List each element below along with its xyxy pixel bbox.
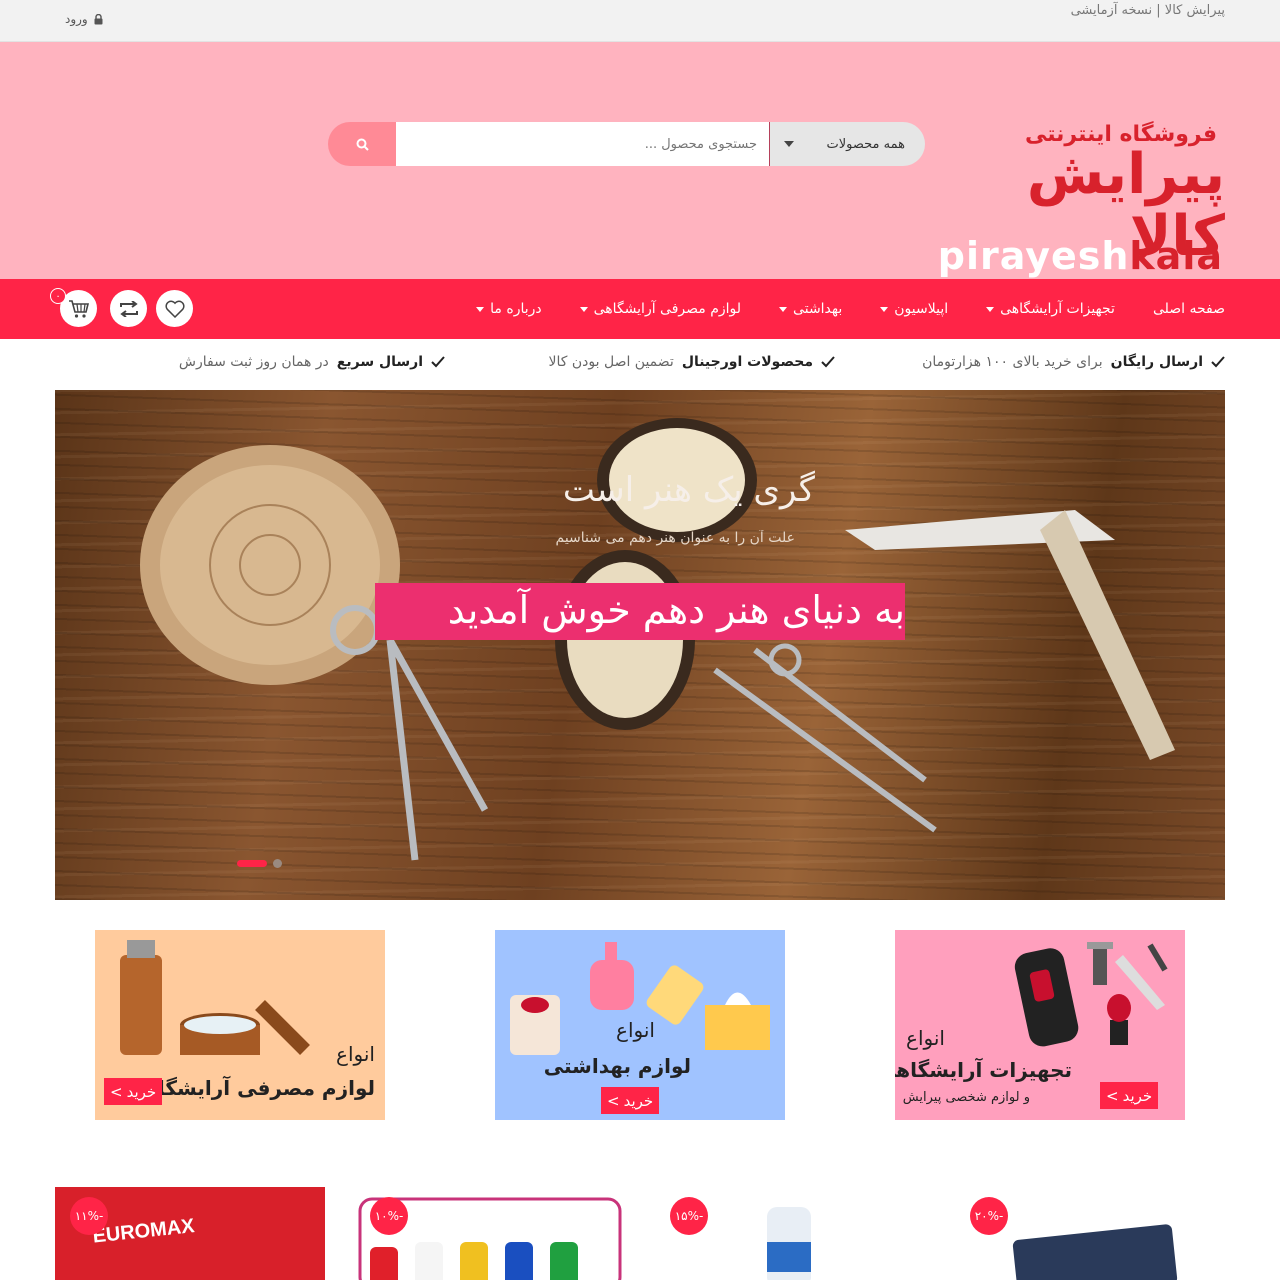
slider-dot[interactable] xyxy=(273,859,282,868)
banner-salon-equipment[interactable]: انواع تجهیزات آرایشگاهی و لوازم شخصی پیر… xyxy=(895,930,1185,1120)
feature-text: برای خرید بالای ۱۰۰ هزارتومان xyxy=(922,354,1103,370)
nav-item-epilation[interactable]: اپیلاسیون xyxy=(842,301,948,317)
category-select-value: همه محصولات xyxy=(826,136,905,152)
caret-down-icon xyxy=(476,306,485,312)
search-icon xyxy=(356,138,369,151)
checkmark-icon xyxy=(821,356,835,368)
nav-item-label: لوازم مصرفی آرایشگاهی xyxy=(593,301,742,317)
arrow-icon: > xyxy=(1106,1086,1119,1105)
feature-title: محصولات اورجینال xyxy=(681,354,813,370)
barber-tools-illustration xyxy=(140,418,1175,861)
cart-count-badge: ۰ xyxy=(50,288,66,304)
slide-headline: به دنیای هنر دهم خوش آمدید xyxy=(447,588,905,632)
discount-badge: -۲۰% xyxy=(970,1197,1008,1235)
slide-subtitle: علت آن را به عنوان هنر دهم می شناسیم xyxy=(555,530,795,546)
product-card[interactable]: -۱۵% xyxy=(655,1187,925,1280)
banner-title: تجهیزات آرایشگاهی xyxy=(895,1058,1072,1082)
caret-down-icon xyxy=(880,306,889,312)
slider-dot-active[interactable] xyxy=(237,860,267,867)
checkmark-icon xyxy=(431,356,445,368)
login-label: ورود xyxy=(65,12,88,26)
buy-button[interactable]: خرید > xyxy=(104,1078,163,1105)
discount-badge: -۱۱% xyxy=(70,1197,108,1235)
caret-down-icon xyxy=(986,306,995,312)
site-logo[interactable]: فروشگاه اینترنتی پیرایش کالا pirayeshkal… xyxy=(938,122,1225,292)
feature-text: در همان روز ثبت سفارش xyxy=(178,354,329,370)
search-input[interactable] xyxy=(396,122,769,166)
arrow-icon: > xyxy=(110,1082,123,1101)
product-card[interactable]: -۱۰% xyxy=(355,1187,625,1280)
feature-fast-shipping: ارسال سریع در همان روز ثبت سفارش xyxy=(179,354,445,370)
search-button[interactable] xyxy=(328,122,396,166)
nav-item-salon-equipment[interactable]: تجهیزات آرایشگاهی xyxy=(948,301,1115,317)
search-bar: همه محصولات xyxy=(328,122,925,166)
site-note: پیرایش کالا | نسخه آزمایشی xyxy=(1070,3,1225,18)
nav-item-label: صفحه اصلی xyxy=(1152,301,1225,317)
buy-label: خرید xyxy=(126,1082,157,1101)
product-card[interactable]: -۲۰% xyxy=(955,1187,1225,1280)
chevron-down-icon xyxy=(784,141,794,147)
compare-button[interactable] xyxy=(110,290,147,327)
login-link[interactable]: ورود xyxy=(65,12,103,26)
feature-text: تضمین اصل بودن کالا xyxy=(548,354,674,370)
feature-title: ارسال رایگان xyxy=(1110,354,1203,370)
arrow-icon: > xyxy=(607,1091,620,1110)
caret-down-icon xyxy=(779,306,788,312)
nav-item-label: اپیلاسیون xyxy=(894,301,949,317)
discount-badge: -۱۵% xyxy=(670,1197,708,1235)
nav-item-home[interactable]: صفحه اصلی xyxy=(1115,301,1225,317)
logo-latin-b: kala xyxy=(1129,234,1223,278)
compare-arrows-icon xyxy=(119,300,138,317)
logo-latin-a: pirayesh xyxy=(937,234,1130,278)
banner-hygiene[interactable]: انواع لوازم بهداشتی خرید > xyxy=(495,930,785,1120)
logo-latin: pirayeshkala xyxy=(938,234,1223,278)
features-strip: ارسال رایگان برای خرید بالای ۱۰۰ هزارتوم… xyxy=(0,340,1280,390)
hero-slider[interactable]: گری یک هنر است علت آن را به عنوان هنر ده… xyxy=(55,390,1225,900)
buy-label: خرید xyxy=(623,1091,654,1110)
nav-item-label: تجهیزات آرایشگاهی xyxy=(1000,301,1115,317)
nav-item-salon-supplies[interactable]: لوازم مصرفی آرایشگاهی xyxy=(542,301,741,317)
banner-prefix: انواع xyxy=(616,1018,655,1042)
product-card[interactable]: EUROMAX -۱۱% xyxy=(55,1187,325,1280)
feature-free-shipping: ارسال رایگان برای خرید بالای ۱۰۰ هزارتوم… xyxy=(922,354,1225,370)
main-nav: صفحه اصلی تجهیزات آرایشگاهی اپیلاسیون به… xyxy=(0,279,1280,339)
banner-title: لوازم بهداشتی xyxy=(543,1054,691,1078)
discount-badge: -۱۰% xyxy=(370,1197,408,1235)
heart-icon xyxy=(164,300,185,318)
buy-label: خرید xyxy=(1122,1086,1153,1105)
nav-item-label: بهداشتی xyxy=(793,301,843,317)
slide-title: گری یک هنر است xyxy=(562,470,815,510)
banner-prefix: انواع xyxy=(906,1026,945,1050)
nav-item-label: درباره ما xyxy=(490,301,542,317)
banner-salon-supplies[interactable]: انواع لوازم مصرفی آرایشگاهی خرید > xyxy=(95,930,385,1120)
buy-button[interactable]: خرید > xyxy=(1100,1082,1159,1109)
lock-icon xyxy=(94,13,103,24)
checkmark-icon xyxy=(1211,356,1225,368)
caret-down-icon xyxy=(579,306,588,312)
header: فروشگاه اینترنتی پیرایش کالا pirayeshkal… xyxy=(0,42,1280,279)
wishlist-button[interactable] xyxy=(156,290,193,327)
nav-item-hygiene[interactable]: بهداشتی xyxy=(741,301,842,317)
category-select[interactable]: همه محصولات xyxy=(769,122,925,166)
banner-subtitle: و لوازم شخصی پیرایش xyxy=(902,1090,1030,1105)
nav-item-about[interactable]: درباره ما xyxy=(438,301,542,317)
banner-prefix: انواع xyxy=(336,1042,375,1066)
slider-pagination xyxy=(237,859,282,868)
buy-button[interactable]: خرید > xyxy=(601,1087,660,1114)
top-bar: پیرایش کالا | نسخه آزمایشی ورود xyxy=(0,0,1280,42)
feature-original-products: محصولات اورجینال تضمین اصل بودن کالا xyxy=(549,354,836,370)
feature-title: ارسال سریع xyxy=(336,354,423,370)
shopping-cart-icon xyxy=(68,299,89,318)
